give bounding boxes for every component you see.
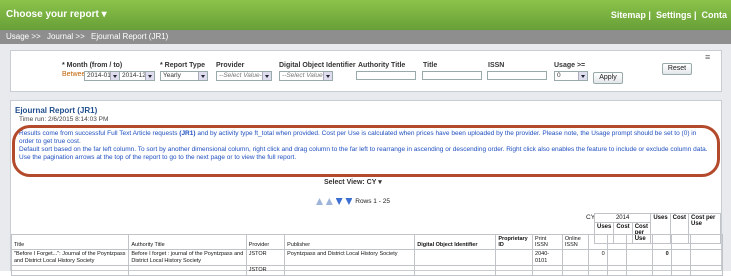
usage-select[interactable]: 0 xyxy=(554,71,588,81)
col-online-issn[interactable]: Online ISSN xyxy=(561,234,589,250)
report-time: Time run: 2/6/2015 8:14:03 PM xyxy=(19,116,109,123)
title-label: Title xyxy=(423,62,438,69)
report-type-select[interactable]: Yearly xyxy=(160,71,208,81)
cell-online-issn xyxy=(561,265,589,276)
report-title: Ejournal Report (JR1) xyxy=(15,106,98,115)
settings-icon[interactable]: ≡ xyxy=(705,52,710,62)
breadcrumb: Usage >> Journal >> Ejournal Report (JR1… xyxy=(0,30,731,44)
cell-doi xyxy=(414,265,497,276)
sitemap-link[interactable]: Sitemap xyxy=(611,10,646,20)
col-doi[interactable]: Digital Object Identifier xyxy=(414,234,497,250)
provider-label: Provider xyxy=(216,62,245,69)
report-panel: Ejournal Report (JR1) Time run: 2/6/2015… xyxy=(10,100,724,276)
col-publisher[interactable]: Publisher xyxy=(284,234,416,250)
month-label: * Month (from / to) xyxy=(62,62,123,69)
select-view[interactable]: Select View: CY ▾ xyxy=(324,178,382,186)
doi-label: Digital Object Identifier xyxy=(279,62,356,69)
apply-button[interactable]: Apply xyxy=(593,72,623,84)
cell-year-uses: 0 xyxy=(587,249,608,266)
breadcrumb-current: Ejournal Report (JR1) xyxy=(90,32,169,41)
title-input[interactable] xyxy=(422,71,482,80)
issn-input[interactable] xyxy=(487,71,547,80)
cell-year-uses xyxy=(587,265,608,276)
last-page-icon[interactable] xyxy=(345,198,353,205)
authority-title-input[interactable] xyxy=(356,71,416,80)
cell-title xyxy=(10,265,130,276)
cell-proprietary-id xyxy=(495,249,534,266)
reset-button[interactable]: Reset xyxy=(662,63,692,75)
next-page-icon[interactable] xyxy=(335,198,343,205)
doi-select[interactable]: --Select Value-- xyxy=(279,71,333,81)
cell-provider: JSTOR xyxy=(245,249,286,266)
month-from-select[interactable]: 2014-01 xyxy=(84,71,120,81)
contact-link[interactable]: Conta xyxy=(702,10,728,20)
first-page-icon[interactable] xyxy=(316,198,323,205)
prev-page-icon[interactable] xyxy=(325,198,333,205)
cell-authority-title: Before I forget : journal of the Poyntzp… xyxy=(128,249,247,266)
cell-total-uses xyxy=(651,265,672,276)
cell-publisher xyxy=(284,265,416,276)
table-header-row: Title Authority Title Provider Publisher… xyxy=(10,234,724,250)
settings-link[interactable]: Settings xyxy=(656,10,692,20)
breadcrumb-usage[interactable]: Usage >> xyxy=(6,32,41,41)
authority-title-label: Authority Title xyxy=(358,62,406,69)
cell-online-issn xyxy=(561,249,589,266)
provider-select[interactable]: --Select Value-- xyxy=(216,71,272,81)
report-table: Title Authority Title Provider Publisher… xyxy=(10,234,724,276)
cell-proprietary-id xyxy=(495,265,534,276)
issn-label: ISSN xyxy=(488,62,505,69)
cell-print-issn xyxy=(532,265,563,276)
year-cell: 2014 xyxy=(593,213,652,223)
col-proprietary-id[interactable]: Proprietary ID xyxy=(495,234,534,250)
rows-label: Rows 1 - 25 xyxy=(355,198,390,206)
report-type-label: * Report Type xyxy=(160,62,205,69)
cell-total-uses: 0 xyxy=(651,249,672,266)
highlight-oval xyxy=(12,125,720,177)
top-bar: Choose your report ▾ Sitemap | Settings … xyxy=(0,0,731,30)
cell-doi xyxy=(414,249,497,266)
pagination: Rows 1 - 25 xyxy=(316,198,390,205)
cell-provider: JSTOR xyxy=(245,265,286,276)
breadcrumb-journal[interactable]: Journal >> xyxy=(47,32,85,41)
cell-print-issn: 2040-0101 xyxy=(532,249,563,266)
col-title[interactable]: Title xyxy=(10,234,130,250)
col-print-issn[interactable]: Print ISSN xyxy=(532,234,563,250)
cell-publisher: Poyntzpass and District Local History So… xyxy=(284,249,416,266)
cell-authority-title xyxy=(128,265,247,276)
cell-title: "Before I Forget...": Journal of the Poy… xyxy=(10,249,130,266)
month-to-select[interactable]: 2014-12 xyxy=(119,71,155,81)
main-panel: * Month (from / to) Between 2014-01 2014… xyxy=(0,44,731,276)
usage-label: Usage >= xyxy=(554,62,586,69)
table-row[interactable]: JSTOR xyxy=(10,265,724,276)
col-provider[interactable]: Provider xyxy=(245,234,286,250)
filter-bar: * Month (from / to) Between 2014-01 2014… xyxy=(10,50,722,92)
caret-down-icon: ▾ xyxy=(101,9,107,20)
top-links: Sitemap | Settings | Conta xyxy=(610,10,728,20)
col-authority-title[interactable]: Authority Title xyxy=(128,234,247,250)
table-row[interactable]: "Before I Forget...": Journal of the Poy… xyxy=(10,249,724,266)
choose-report-menu[interactable]: Choose your report ▾ xyxy=(6,9,107,20)
